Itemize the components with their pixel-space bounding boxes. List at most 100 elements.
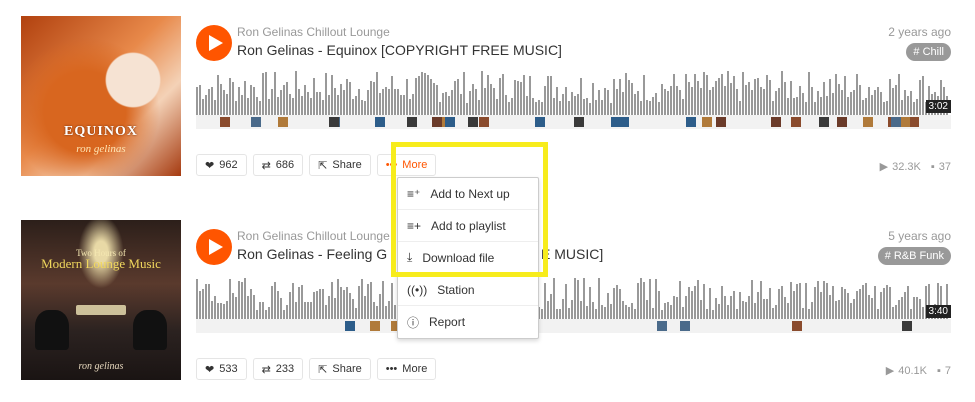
track-tag[interactable]: # R&B Funk bbox=[877, 247, 951, 265]
more-button[interactable]: ••• More bbox=[376, 358, 437, 380]
comment-avatar[interactable] bbox=[468, 117, 478, 127]
comment-avatar[interactable] bbox=[680, 321, 690, 331]
comment-avatar[interactable] bbox=[702, 117, 712, 127]
waveform[interactable] bbox=[196, 71, 951, 115]
waveform-bar bbox=[865, 98, 867, 115]
comment-thumbnails-row[interactable] bbox=[196, 319, 951, 333]
comment-avatar[interactable] bbox=[791, 117, 801, 127]
waveform-bar bbox=[826, 96, 828, 115]
waveform-bar bbox=[421, 72, 423, 115]
waveform-bar bbox=[652, 97, 654, 115]
waveform-bar bbox=[697, 280, 699, 322]
report-icon: ⓘ bbox=[407, 315, 420, 330]
waveform-bar bbox=[424, 73, 426, 115]
comment-avatar[interactable] bbox=[574, 117, 584, 127]
waveform-bar bbox=[298, 89, 300, 115]
waveform-bar bbox=[901, 100, 903, 115]
play-button[interactable] bbox=[196, 25, 232, 61]
track-title[interactable]: Ron Gelinas - Equinox [COPYRIGHT FREE MU… bbox=[237, 42, 562, 58]
comment-avatar[interactable] bbox=[837, 117, 847, 127]
comment-avatar[interactable] bbox=[220, 117, 230, 127]
menu-item-station[interactable]: ((•)) Station bbox=[398, 274, 538, 306]
comment-avatar[interactable] bbox=[345, 321, 355, 331]
share-button[interactable]: ⇱ Share bbox=[309, 358, 371, 380]
play-button[interactable] bbox=[196, 229, 232, 265]
waveform-bar bbox=[292, 283, 294, 322]
comment-avatar[interactable] bbox=[407, 117, 417, 127]
comment-avatar[interactable] bbox=[370, 321, 380, 331]
waveform-bar bbox=[256, 97, 258, 115]
waveform-bar bbox=[715, 81, 717, 115]
waveform-bar bbox=[367, 284, 369, 322]
artwork-subtitle: ron gelinas bbox=[78, 361, 124, 372]
comment-avatar[interactable] bbox=[278, 117, 288, 127]
waveform-bar bbox=[460, 94, 462, 115]
comment-avatar[interactable] bbox=[863, 117, 873, 127]
comment-avatar[interactable] bbox=[329, 117, 339, 127]
like-button[interactable]: ❤ 533 bbox=[196, 358, 247, 380]
waveform-bar bbox=[277, 291, 279, 322]
comment-avatar[interactable] bbox=[686, 117, 696, 127]
waveform-bar bbox=[586, 98, 588, 115]
waveform-bar bbox=[268, 99, 270, 115]
waveform-bar bbox=[274, 282, 276, 322]
download-icon: ⤓ bbox=[407, 250, 413, 264]
menu-item-add-to-next-up[interactable]: ≡⁺ Add to Next up bbox=[398, 178, 538, 210]
menu-item-download-file[interactable]: ⤓ Download file bbox=[398, 242, 538, 274]
repost-button[interactable]: ⇄ 233 bbox=[252, 358, 304, 380]
comments-stat[interactable]: ▪ 37 bbox=[931, 161, 951, 173]
waveform-bar bbox=[382, 281, 384, 322]
waveform-bar bbox=[553, 98, 555, 115]
waveform-bar bbox=[409, 99, 411, 115]
waveform-bar bbox=[529, 76, 531, 115]
waveform-bar bbox=[868, 87, 870, 115]
like-count: 533 bbox=[219, 363, 238, 375]
track-uploader[interactable]: Ron Gelinas Chillout Lounge bbox=[237, 25, 390, 39]
comment-avatar[interactable] bbox=[902, 321, 912, 331]
menu-item-add-to-playlist[interactable]: ≡+ Add to playlist bbox=[398, 210, 538, 242]
comments-stat[interactable]: ▪ 7 bbox=[937, 365, 951, 377]
comment-avatar[interactable] bbox=[479, 117, 489, 127]
comment-avatar[interactable] bbox=[819, 117, 829, 127]
more-button[interactable]: ••• More bbox=[376, 154, 437, 176]
waveform-bar bbox=[799, 86, 801, 115]
waveform[interactable] bbox=[196, 278, 951, 322]
waveform-bar bbox=[844, 289, 846, 322]
comment-thumbnails-row[interactable] bbox=[196, 115, 951, 129]
waveform-bar bbox=[808, 72, 810, 115]
comment-avatar[interactable] bbox=[375, 117, 385, 127]
track-title-tail[interactable]: E MUSIC] bbox=[541, 246, 603, 262]
repost-button[interactable]: ⇄ 686 bbox=[252, 154, 304, 176]
comment-avatar[interactable] bbox=[445, 117, 455, 127]
track-stats: ▶ 32.3K ▪ 37 bbox=[880, 160, 951, 174]
comment-avatar[interactable] bbox=[535, 117, 545, 127]
comment-avatar[interactable] bbox=[792, 321, 802, 331]
comment-avatar[interactable] bbox=[657, 321, 667, 331]
waveform-bar bbox=[199, 85, 201, 115]
comment-avatar[interactable] bbox=[716, 117, 726, 127]
track-title[interactable]: Ron Gelinas - Feeling G bbox=[237, 246, 387, 262]
waveform-bar bbox=[772, 101, 774, 115]
comment-avatar[interactable] bbox=[771, 117, 781, 127]
track-artwork[interactable]: EQUINOX ron gelinas bbox=[21, 16, 181, 176]
waveform-bar bbox=[610, 103, 612, 115]
like-button[interactable]: ❤ 962 bbox=[196, 154, 247, 176]
track-uploader[interactable]: Ron Gelinas Chillout Lounge bbox=[237, 229, 390, 243]
comment-avatar[interactable] bbox=[900, 117, 910, 127]
comment-avatar[interactable] bbox=[432, 117, 442, 127]
comment-icon: ▪ bbox=[930, 160, 935, 173]
waveform-bar bbox=[694, 286, 696, 322]
waveform-bar bbox=[757, 292, 759, 322]
track-tag[interactable]: # Chill bbox=[906, 43, 951, 61]
waveform-bar bbox=[343, 90, 345, 115]
waveform-bar bbox=[415, 78, 417, 115]
share-button[interactable]: ⇱ Share bbox=[309, 154, 371, 176]
comment-avatar[interactable] bbox=[619, 117, 629, 127]
comment-avatar[interactable] bbox=[909, 117, 919, 127]
menu-item-report[interactable]: ⓘ Report bbox=[398, 306, 538, 338]
track-artwork[interactable]: Two Hours of Modern Lounge Music ron gel… bbox=[21, 220, 181, 380]
waveform-bar bbox=[502, 74, 504, 115]
comment-avatar[interactable] bbox=[891, 117, 901, 127]
comment-avatar[interactable] bbox=[251, 117, 261, 127]
track-actions: ❤ 533 ⇄ 233 ⇱ Share ••• More bbox=[196, 358, 437, 380]
